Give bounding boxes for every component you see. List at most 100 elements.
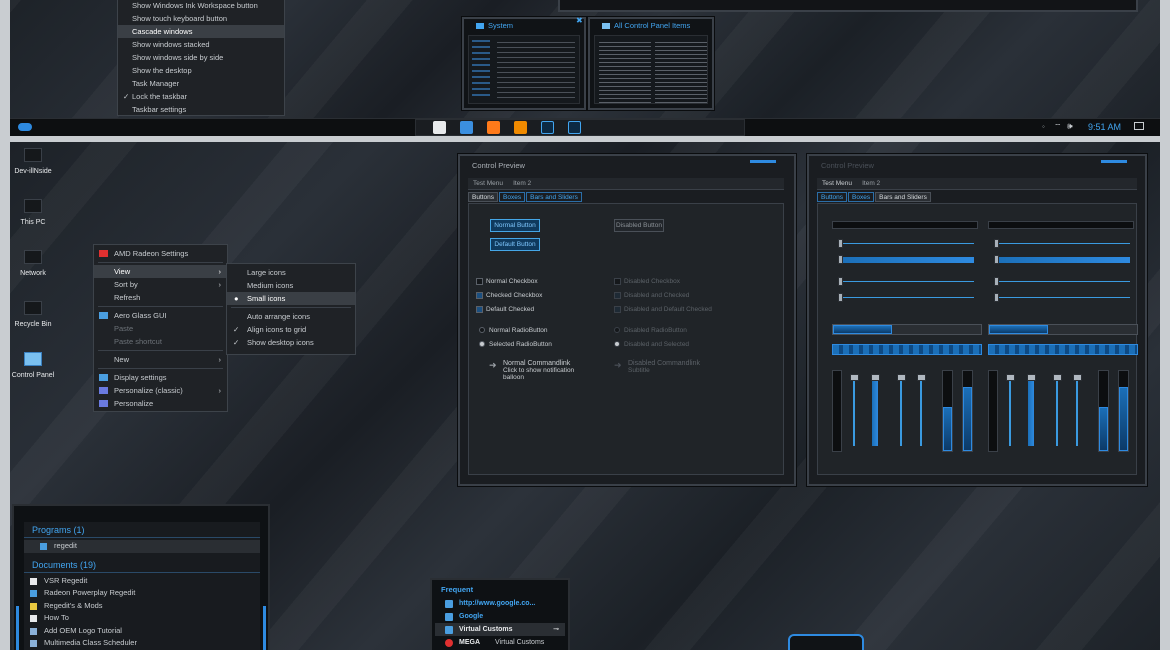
control-panel-icon[interactable]	[568, 121, 581, 135]
start-menu-item[interactable]: Radeon Powerplay Regedit	[24, 587, 260, 600]
vertical-slider[interactable]	[897, 374, 907, 446]
tab-buttons[interactable]: Buttons	[817, 192, 848, 202]
context-menu-item[interactable]: Aero Glass GUI	[94, 309, 227, 322]
slider-thumb[interactable]	[897, 374, 906, 381]
tab-bars-and-sliders[interactable]: Bars and Sliders	[526, 192, 582, 202]
vertical-scrollbar[interactable]	[832, 370, 842, 452]
slider-thumb[interactable]	[994, 255, 999, 264]
slider-thumb[interactable]	[838, 255, 843, 264]
menu-item-2[interactable]: Item 2	[862, 180, 880, 187]
vertical-slider[interactable]	[850, 374, 860, 446]
desktop-icon[interactable]: Dev-illNside	[10, 148, 58, 175]
slider-thumb[interactable]	[850, 374, 859, 381]
tab-boxes[interactable]: Boxes	[848, 192, 875, 202]
slider-thumb[interactable]	[1053, 374, 1062, 381]
taskbar-menu-item[interactable]: Task Manager	[118, 77, 284, 90]
jumplist-item[interactable]: http://www.google.co...	[435, 597, 565, 610]
firefox-icon[interactable]	[487, 121, 500, 135]
view-submenu-item[interactable]: Medium icons	[227, 279, 355, 292]
start-menu-item[interactable]: Add OEM Logo Tutorial	[24, 625, 260, 638]
menu-test-menu[interactable]: Test Menu	[473, 180, 503, 187]
view-submenu-item[interactable]: Large icons	[227, 266, 355, 279]
vlc-icon[interactable]	[514, 121, 527, 135]
jumplist-item[interactable]: MEGA Virtual Customs	[435, 636, 565, 649]
context-menu-item[interactable]: Personalize (classic) ›	[94, 384, 227, 397]
photoshop-icon[interactable]	[541, 121, 554, 135]
taskbar-menu-item[interactable]: ✓ Lock the taskbar	[118, 90, 284, 103]
commandlink-normal[interactable]: ➜ Normal Commandlink Click to show notif…	[489, 360, 589, 381]
slider-thumb[interactable]	[838, 239, 843, 248]
default-button[interactable]: Default Button	[490, 238, 540, 251]
view-submenu-item[interactable]: ✓ Show desktop icons	[227, 336, 355, 349]
slider-thumb[interactable]	[994, 277, 999, 286]
start-menu-item[interactable]: regedit	[24, 540, 260, 553]
jumplist-item[interactable]: Google	[435, 610, 565, 623]
menu-item-2[interactable]: Item 2	[513, 180, 531, 187]
jumplist-footer[interactable]: Virtual Customs	[495, 636, 544, 649]
horizontal-slider[interactable]	[994, 255, 1130, 264]
horizontal-scrollbar[interactable]	[832, 221, 978, 229]
notification-icon[interactable]	[1134, 122, 1144, 130]
tray-chevron-icon[interactable]: ◦	[1042, 122, 1045, 131]
volume-icon[interactable]: 🕪	[1067, 121, 1073, 132]
edge-icon[interactable]	[460, 121, 473, 135]
tab-bars-and-sliders[interactable]: Bars and Sliders	[875, 192, 931, 202]
radio-button[interactable]: Selected RadioButton	[479, 337, 552, 351]
close-icon[interactable]: ✖	[576, 17, 586, 25]
horizontal-slider[interactable]	[994, 239, 1130, 248]
thumbnail-system[interactable]: System ✖	[462, 17, 586, 110]
taskbar-menu-item[interactable]: Cascade windows	[118, 25, 284, 38]
horizontal-slider[interactable]	[838, 255, 974, 264]
vertical-slider[interactable]	[1006, 374, 1016, 446]
horizontal-slider[interactable]	[838, 239, 974, 248]
vertical-slider[interactable]	[871, 374, 881, 446]
tab-buttons[interactable]: Buttons	[468, 192, 499, 202]
taskbar-menu-item[interactable]: Show windows side by side	[118, 51, 284, 64]
network-icon[interactable]: ⌔	[1054, 122, 1062, 132]
context-menu-item[interactable]: Display settings	[94, 371, 227, 384]
horizontal-slider[interactable]	[838, 277, 974, 286]
pin-icon[interactable]: ⊸	[553, 623, 559, 636]
vertical-slider[interactable]	[917, 374, 927, 446]
slider-thumb[interactable]	[871, 374, 880, 381]
radio-button[interactable]: Normal RadioButton	[479, 323, 552, 337]
view-submenu-item[interactable]: ● Small icons	[227, 292, 355, 305]
tab-boxes[interactable]: Boxes	[499, 192, 526, 202]
start-menu-item[interactable]: How To	[24, 612, 260, 625]
start-menu-item[interactable]: Regedit's & Mods	[24, 600, 260, 613]
vertical-slider[interactable]	[1053, 374, 1063, 446]
store-icon[interactable]	[433, 121, 446, 135]
checkbox[interactable]: Checked Checkbox	[476, 288, 542, 302]
view-submenu-item[interactable]: ✓ Align icons to grid	[227, 323, 355, 336]
taskbar-menu-item[interactable]: Taskbar settings	[118, 103, 284, 116]
slider-thumb[interactable]	[994, 239, 999, 248]
menu-test-menu[interactable]: Test Menu	[822, 180, 852, 187]
horizontal-slider[interactable]	[994, 293, 1130, 302]
context-menu-item[interactable]: Personalize	[94, 397, 227, 410]
thumbnail-control-panel[interactable]: All Control Panel Items	[588, 17, 714, 110]
slider-thumb[interactable]	[1006, 374, 1015, 381]
desktop-icon[interactable]: Network	[10, 250, 58, 277]
vertical-slider[interactable]	[1027, 374, 1037, 446]
taskbar-menu-item[interactable]: Show the desktop	[118, 64, 284, 77]
taskbar-menu-item[interactable]: Show touch keyboard button	[118, 12, 284, 25]
slider-thumb[interactable]	[994, 293, 999, 302]
desktop-icon[interactable]: This PC	[10, 199, 58, 226]
start-menu-item[interactable]: VSR Regedit	[24, 575, 260, 588]
clock[interactable]: 9:51 AM	[1088, 122, 1121, 132]
desktop-icon[interactable]: Control Panel	[10, 352, 58, 379]
view-submenu-item[interactable]: Auto arrange icons	[227, 310, 355, 323]
context-menu-item[interactable]: Refresh	[94, 291, 227, 304]
context-menu-item[interactable]: Sort by ›	[94, 278, 227, 291]
slider-thumb[interactable]	[838, 293, 843, 302]
vertical-scrollbar[interactable]	[988, 370, 998, 452]
horizontal-scrollbar[interactable]	[988, 221, 1134, 229]
start-button[interactable]	[18, 123, 32, 131]
context-menu-item[interactable]: New ›	[94, 353, 227, 366]
horizontal-slider[interactable]	[994, 277, 1130, 286]
taskbar-menu-item[interactable]: Show windows stacked	[118, 38, 284, 51]
checkbox[interactable]: Normal Checkbox	[476, 274, 542, 288]
start-menu-item[interactable]: Multimedia Class Scheduler	[24, 637, 260, 650]
horizontal-slider[interactable]	[838, 293, 974, 302]
desktop-icon[interactable]: Recycle Bin	[10, 301, 58, 328]
